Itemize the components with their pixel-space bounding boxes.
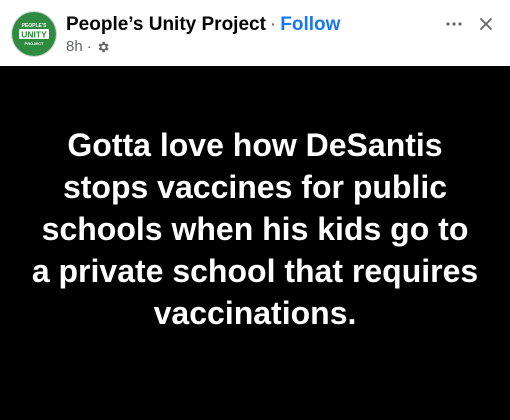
post-subline: 8h ·: [66, 37, 430, 56]
post-meta: People’s Unity Project · Follow 8h ·: [66, 13, 430, 56]
facebook-post: PEOPLE'S UNITY PROJECT People’s Unity Pr…: [0, 0, 510, 420]
title-line: People’s Unity Project · Follow: [66, 13, 430, 37]
page-name-link[interactable]: People’s Unity Project: [66, 14, 266, 35]
subline-separator: ·: [86, 38, 92, 55]
avatar-bottom-text: PROJECT: [25, 41, 44, 46]
avatar-top-text: PEOPLE'S: [22, 23, 47, 29]
page-avatar[interactable]: PEOPLE'S UNITY PROJECT: [12, 12, 56, 56]
close-icon[interactable]: [470, 10, 502, 38]
post-content: Gotta love how DeSantis stops vaccines f…: [0, 66, 510, 420]
avatar-main-text: UNITY: [21, 29, 47, 39]
follow-button[interactable]: Follow: [280, 14, 340, 35]
more-options-icon[interactable]: [438, 10, 470, 38]
post-header: PEOPLE'S UNITY PROJECT People’s Unity Pr…: [0, 0, 510, 66]
post-timestamp[interactable]: 8h: [66, 37, 83, 56]
post-actions: [438, 10, 502, 38]
unity-logo: PEOPLE'S UNITY PROJECT: [12, 12, 56, 56]
post-text: Gotta love how DeSantis stops vaccines f…: [31, 127, 479, 331]
title-separator: ·: [269, 14, 277, 35]
gear-icon[interactable]: [96, 40, 110, 54]
